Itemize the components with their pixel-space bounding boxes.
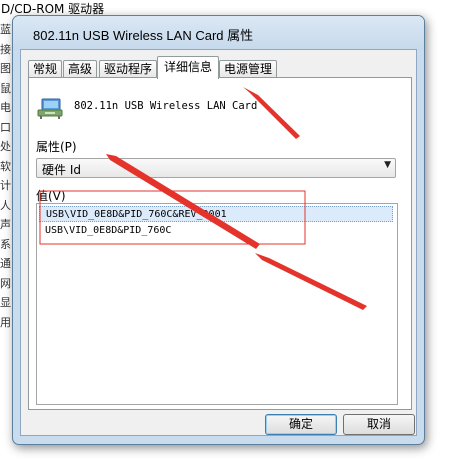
tab-power-management[interactable]: 电源管理 (219, 60, 277, 78)
tab-details[interactable]: 详细信息 (157, 56, 219, 79)
value-listbox[interactable]: USB\VID_0E8D&PID_760C&REV_0001 USB\VID_0… (36, 203, 398, 405)
details-panel: 802.11n USB Wireless LAN Card 属性(P) 硬件 I… (28, 77, 412, 410)
device-name: 802.11n USB Wireless LAN Card (74, 100, 258, 112)
chevron-down-icon[interactable]: ▼ (384, 160, 391, 170)
dialog-body: 常规 高级 驱动程序 详细信息 电源管理 802.11n USB Wireles… (20, 49, 417, 436)
network-adapter-icon (37, 98, 63, 119)
ok-button[interactable]: 确定 (265, 414, 337, 435)
properties-dialog: 802.11n USB Wireless LAN Card 属性 常规 高级 驱… (12, 15, 425, 445)
tab-advanced[interactable]: 高级 (63, 60, 97, 78)
dialog-titlebar[interactable]: 802.11n USB Wireless LAN Card 属性 (13, 16, 424, 50)
dialog-title: 802.11n USB Wireless LAN Card 属性 (33, 28, 254, 43)
property-label: 属性(P) (36, 140, 77, 154)
list-item[interactable]: USB\VID_0E8D&PID_760C (39, 223, 393, 239)
tab-general[interactable]: 常规 (28, 60, 62, 78)
list-item[interactable]: USB\VID_0E8D&PID_760C&REV_0001 (39, 206, 393, 222)
property-select-value: 硬件 Id (42, 163, 81, 177)
value-label: 值(V) (36, 189, 66, 203)
property-select[interactable]: 硬件 Id ▼ (36, 158, 396, 178)
cancel-button[interactable]: 取消 (343, 414, 415, 435)
tab-driver[interactable]: 驱动程序 (99, 60, 157, 78)
